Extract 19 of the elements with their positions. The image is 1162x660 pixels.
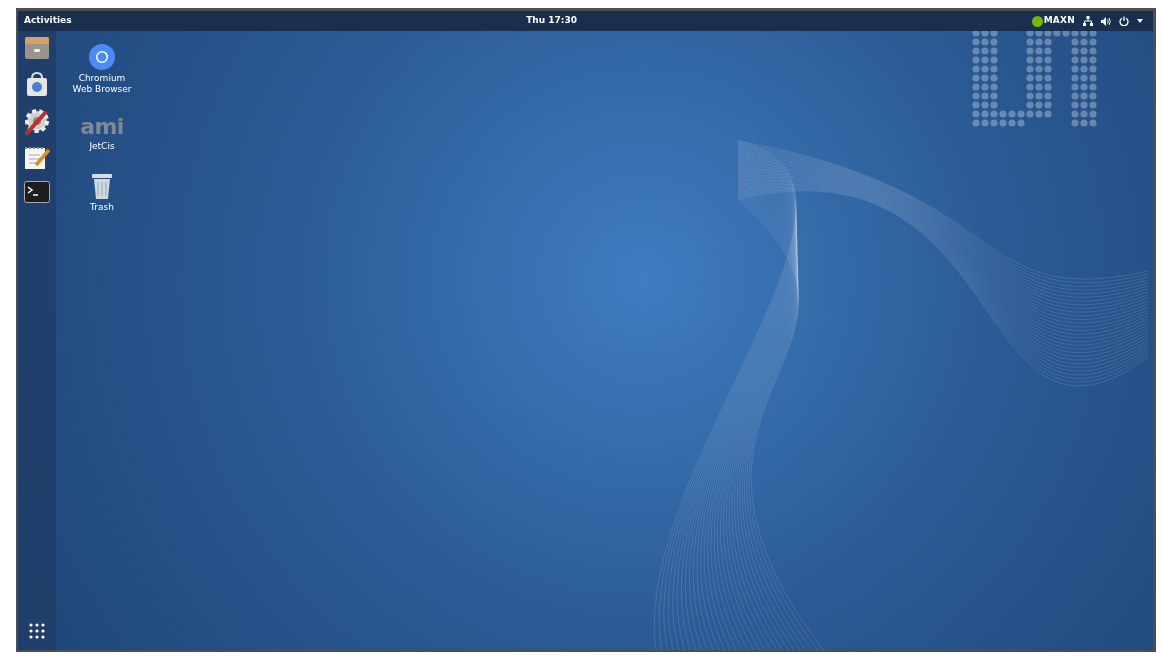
terminal-icon[interactable] xyxy=(24,181,50,203)
clock[interactable]: Thu 17:30 xyxy=(526,14,577,28)
desktop-icon-label[interactable]: Trash xyxy=(90,202,114,213)
logo-text: ami xyxy=(80,115,124,139)
power-mode[interactable]: MAXN xyxy=(1043,14,1075,28)
network-icon[interactable] xyxy=(1083,16,1093,26)
gear-wrench-icon[interactable] xyxy=(23,107,51,135)
desktop-icon-label[interactable]: JetCis xyxy=(89,141,115,152)
shopping-bag-icon[interactable] xyxy=(25,71,49,97)
desktop-icon-label[interactable]: Chromium Web Browser xyxy=(72,73,132,95)
app-grid-icon[interactable] xyxy=(28,622,46,640)
notepad-pencil-icon[interactable] xyxy=(23,145,51,171)
trash-bin-icon xyxy=(91,172,113,200)
file-cabinet-icon[interactable] xyxy=(24,35,50,61)
activities-button[interactable]: Activities xyxy=(24,14,72,28)
caret-icon[interactable] xyxy=(1137,19,1143,23)
volume-icon[interactable] xyxy=(1101,16,1111,26)
power-icon[interactable] xyxy=(1119,16,1129,26)
browser-logo-icon xyxy=(88,43,116,71)
